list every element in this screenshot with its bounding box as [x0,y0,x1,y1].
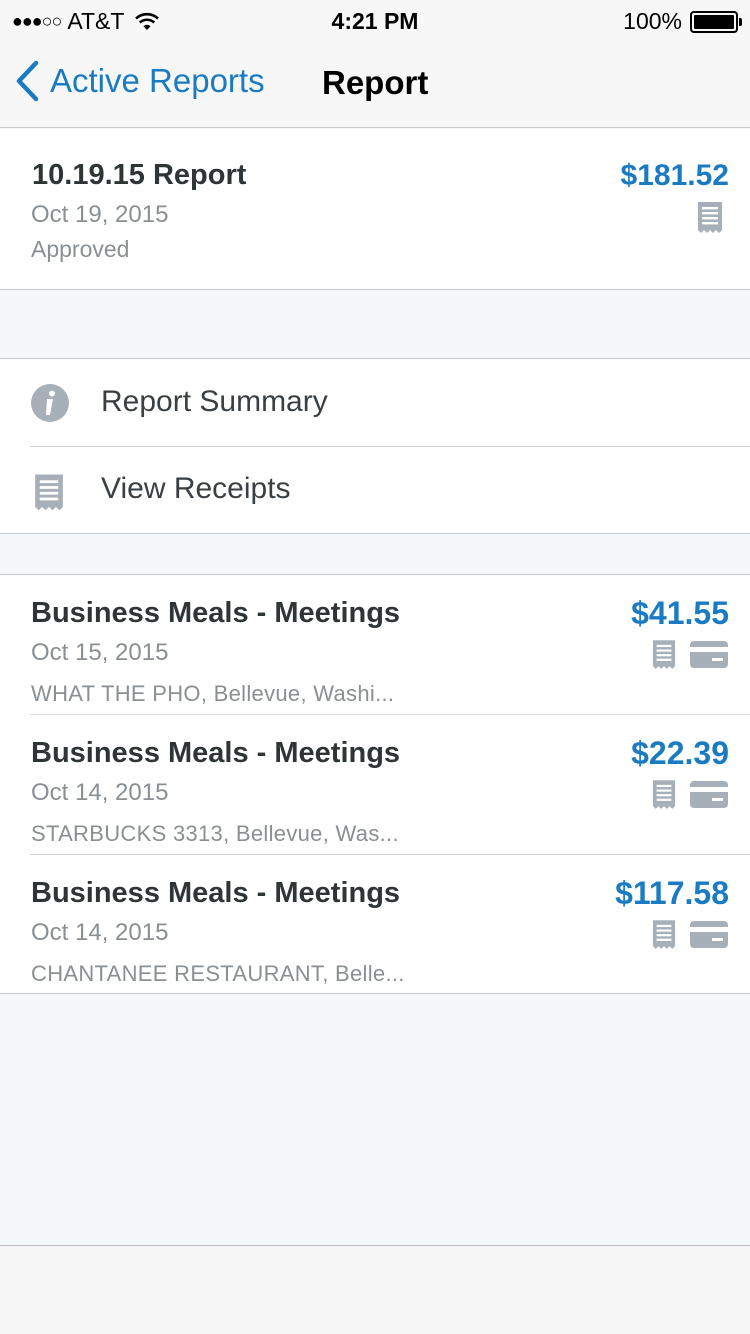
menu-label-report-summary: Report Summary [101,385,328,418]
chevron-left-icon [16,60,39,102]
report-amount: $181.52 [620,159,729,192]
navigation-bar: Active Reports Report [0,40,750,128]
expense-merchant: STARBUCKS 3313, Bellevue, Was... [31,821,399,846]
battery-icon [690,10,742,33]
expense-row[interactable]: Business Meals - Meetings Oct 14, 2015 S… [0,715,750,855]
bottom-toolbar [0,1245,750,1334]
report-header: 10.19.15 Report Oct 19, 2015 Approved $1… [0,129,750,290]
expense-date: Oct 15, 2015 [31,639,169,666]
expense-type: Business Meals - Meetings [31,597,401,629]
status-right: 100% [623,8,742,35]
menu-label-view-receipts: View Receipts [101,472,291,505]
expense-icons [652,919,728,951]
receipt-icon [698,202,722,233]
expense-amount: $41.55 [631,595,729,631]
status-bar: ●●●○○ AT&T 4:21 PM 100% [0,0,750,40]
report-menu: Report Summary View Receipts [0,358,750,534]
credit-card-icon [690,641,728,668]
expense-date: Oct 14, 2015 [31,779,169,806]
expense-row[interactable]: Business Meals - Meetings Oct 14, 2015 C… [0,855,750,995]
expense-date: Oct 14, 2015 [31,919,169,946]
receipt-icon [35,474,63,511]
menu-item-report-summary[interactable]: Report Summary [0,359,750,447]
receipt-icon [652,920,676,949]
receipt-icon [652,780,676,809]
expense-type: Business Meals - Meetings [31,737,401,769]
report-name: 10.19.15 Report [32,159,247,191]
expense-icons [652,779,728,811]
credit-card-icon [690,781,728,808]
menu-item-view-receipts[interactable]: View Receipts [0,447,750,534]
report-date: Oct 19, 2015 [31,201,169,228]
expense-merchant: CHANTANEE RESTAURANT, Belle... [31,961,405,986]
expense-amount: $117.58 [615,875,729,911]
receipt-icon [652,640,676,669]
back-button[interactable]: Active Reports [14,60,265,102]
info-icon [31,384,69,422]
expense-list: Business Meals - Meetings Oct 15, 2015 W… [0,574,750,994]
expense-icons [652,639,728,671]
expense-amount: $22.39 [631,735,729,771]
expense-merchant: WHAT THE PHO, Bellevue, Washi... [31,681,395,706]
battery-percent: 100% [623,8,682,34]
report-status: Approved [31,236,130,262]
page-title: Report [322,64,429,101]
expense-row[interactable]: Business Meals - Meetings Oct 15, 2015 W… [0,575,750,715]
expense-type: Business Meals - Meetings [31,877,401,909]
back-label: Active Reports [50,62,265,99]
credit-card-icon [690,921,728,948]
